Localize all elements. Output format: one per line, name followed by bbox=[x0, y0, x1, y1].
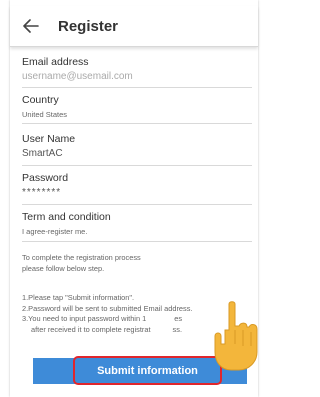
country-value[interactable]: United States bbox=[22, 109, 252, 121]
app-header: Register bbox=[10, 6, 258, 47]
password-label: Password bbox=[22, 172, 69, 184]
instruction-step-4-tail: ss. bbox=[172, 324, 182, 334]
country-field[interactable]: Country United States bbox=[22, 94, 252, 124]
instruction-step-4-text: after received it to complete registrat bbox=[31, 324, 151, 334]
page-title: Register bbox=[58, 17, 119, 35]
password-field[interactable]: Password ******** bbox=[22, 172, 252, 205]
instruction-step-3-tail: es bbox=[174, 314, 183, 324]
country-label: Country bbox=[22, 94, 59, 106]
email-label: Email address bbox=[22, 56, 89, 68]
email-placeholder[interactable]: username@usemail.com bbox=[22, 71, 252, 83]
terms-value[interactable]: I agree-register me. bbox=[22, 226, 252, 238]
email-field[interactable]: Email address username@usemail.com bbox=[22, 56, 252, 88]
terms-label: Term and condition bbox=[22, 211, 111, 223]
info-line-1: To complete the registration process bbox=[22, 253, 141, 262]
username-value[interactable]: SmartAC bbox=[22, 148, 252, 160]
registration-info: To complete the registration process ple… bbox=[22, 253, 260, 274]
terms-field[interactable]: Term and condition I agree-register me. bbox=[22, 211, 252, 242]
submit-information-button[interactable]: Submit information bbox=[73, 356, 222, 385]
instruction-step-3-text: 3.You need to input password within 1 bbox=[22, 314, 147, 324]
register-screen: Register Email address username@usemail.… bbox=[10, 0, 258, 397]
info-line-2: please follow below step. bbox=[22, 263, 105, 273]
username-label: User Name bbox=[22, 133, 76, 145]
pointing-hand-icon bbox=[214, 301, 258, 371]
password-value[interactable]: ******** bbox=[22, 187, 252, 199]
arrow-left-icon[interactable] bbox=[16, 11, 46, 41]
username-field[interactable]: User Name SmartAC bbox=[22, 133, 252, 166]
